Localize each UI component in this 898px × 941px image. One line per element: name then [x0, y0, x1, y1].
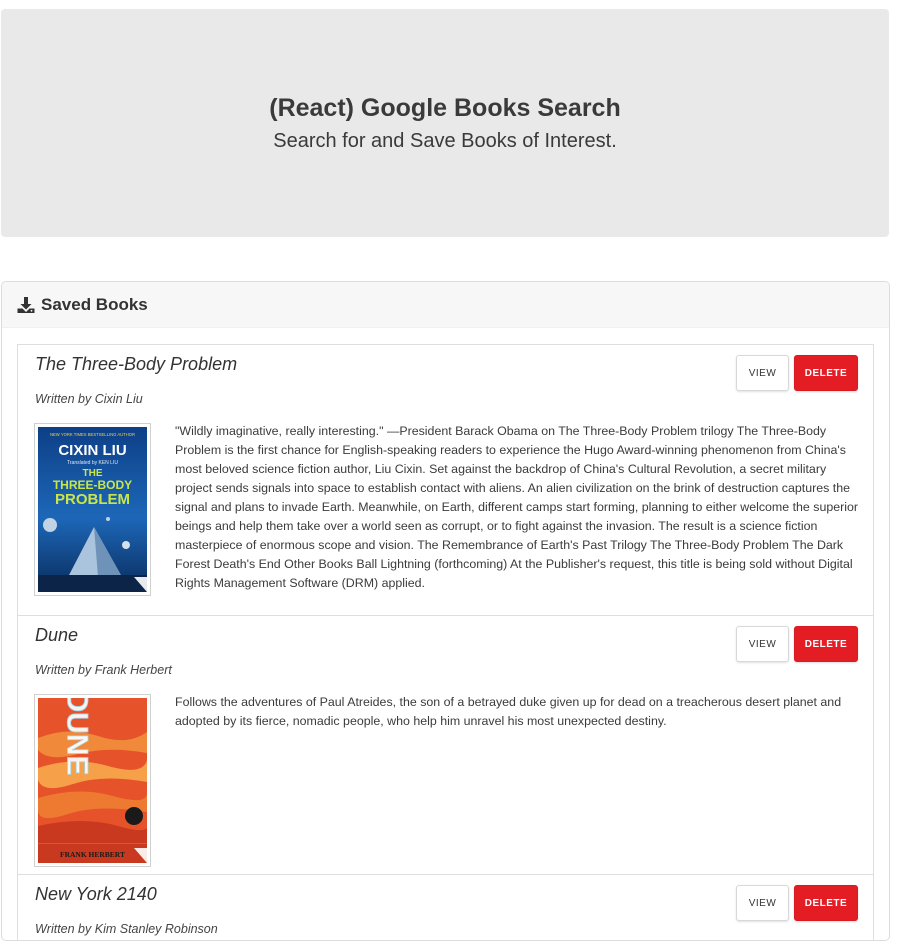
- list-item: Dune VIEW DELETE Written by Frank Herber…: [18, 616, 873, 875]
- saved-books-header: Saved Books: [2, 282, 889, 328]
- jumbotron-header: (React) Google Books Search Search for a…: [1, 9, 889, 237]
- cover-title-line-2: THREE-BODY: [53, 478, 132, 492]
- book-cover[interactable]: DUNE FRANK HERBERT: [34, 694, 151, 867]
- download-icon: [16, 295, 36, 315]
- book-author: Written by Cixin Liu: [35, 392, 143, 406]
- saved-books-list: The Three-Body Problem VIEW DELETE Writt…: [17, 344, 874, 940]
- page-subtitle: Search for and Save Books of Interest.: [273, 130, 617, 152]
- view-button[interactable]: VIEW: [736, 885, 789, 921]
- delete-button[interactable]: DELETE: [794, 355, 858, 391]
- cover-author: FRANK HERBERT: [60, 850, 125, 859]
- book-description: Follows the adventures of Paul Atreides,…: [175, 695, 842, 728]
- book-description: "Wildly imaginative, really interesting.…: [175, 424, 859, 590]
- view-button[interactable]: VIEW: [736, 355, 789, 391]
- page-title: (React) Google Books Search: [269, 94, 621, 122]
- delete-button[interactable]: DELETE: [794, 626, 858, 662]
- cover-tagline: NEW YORK TIMES BESTSELLING AUTHOR: [50, 432, 135, 437]
- book-title: The Three-Body Problem: [35, 354, 238, 374]
- list-item: New York 2140 VIEW DELETE Written by Kim…: [18, 875, 873, 940]
- saved-books-heading: Saved Books: [41, 294, 148, 314]
- book-cover[interactable]: NEW YORK TIMES BESTSELLING AUTHOR CIXIN …: [34, 423, 151, 596]
- cover-author: CIXIN LIU: [58, 442, 126, 459]
- book-author: Written by Frank Herbert: [35, 663, 172, 677]
- cover-title-line-3: PROBLEM: [55, 491, 130, 508]
- cover-translator: Translated by KEN LIU: [67, 460, 118, 466]
- saved-books-card: Saved Books The Three-Body Problem VIEW …: [1, 281, 890, 941]
- view-button[interactable]: VIEW: [736, 626, 789, 662]
- book-author: Written by Kim Stanley Robinson: [35, 922, 218, 936]
- dune-cover-image: DUNE FRANK HERBERT: [38, 698, 147, 863]
- delete-button[interactable]: DELETE: [794, 885, 858, 921]
- list-item: The Three-Body Problem VIEW DELETE Writt…: [18, 345, 873, 616]
- book-title: Dune: [35, 625, 79, 645]
- book-title: New York 2140: [35, 884, 157, 904]
- three-body-cover-image: NEW YORK TIMES BESTSELLING AUTHOR CIXIN …: [38, 427, 147, 592]
- cover-title: DUNE: [61, 698, 94, 776]
